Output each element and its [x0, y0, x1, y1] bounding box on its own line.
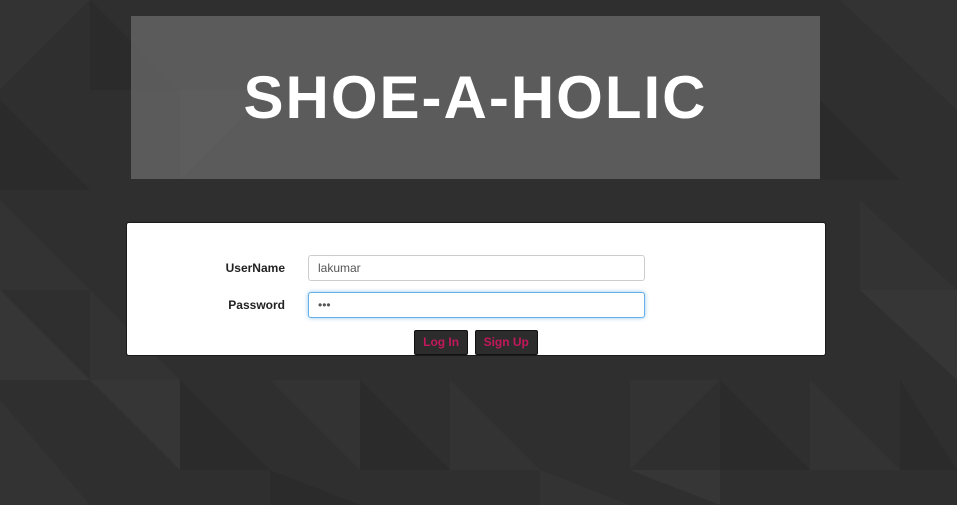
password-input[interactable]: [308, 292, 645, 318]
password-label: Password: [228, 298, 285, 312]
login-form: UserName Password Log In Sign Up: [126, 222, 826, 356]
username-label: UserName: [225, 261, 285, 275]
login-page: { "banner": { "title": "SHOE-A-HOLIC" },…: [0, 0, 957, 505]
login-button[interactable]: Log In: [414, 330, 469, 355]
site-banner: SHOE-A-HOLIC: [131, 16, 820, 179]
form-actions: Log In Sign Up: [127, 330, 825, 355]
password-row: Password: [127, 292, 825, 318]
username-input[interactable]: [308, 255, 645, 281]
username-row: UserName: [127, 255, 825, 281]
site-title: SHOE-A-HOLIC: [243, 64, 708, 131]
signup-button[interactable]: Sign Up: [474, 330, 538, 355]
